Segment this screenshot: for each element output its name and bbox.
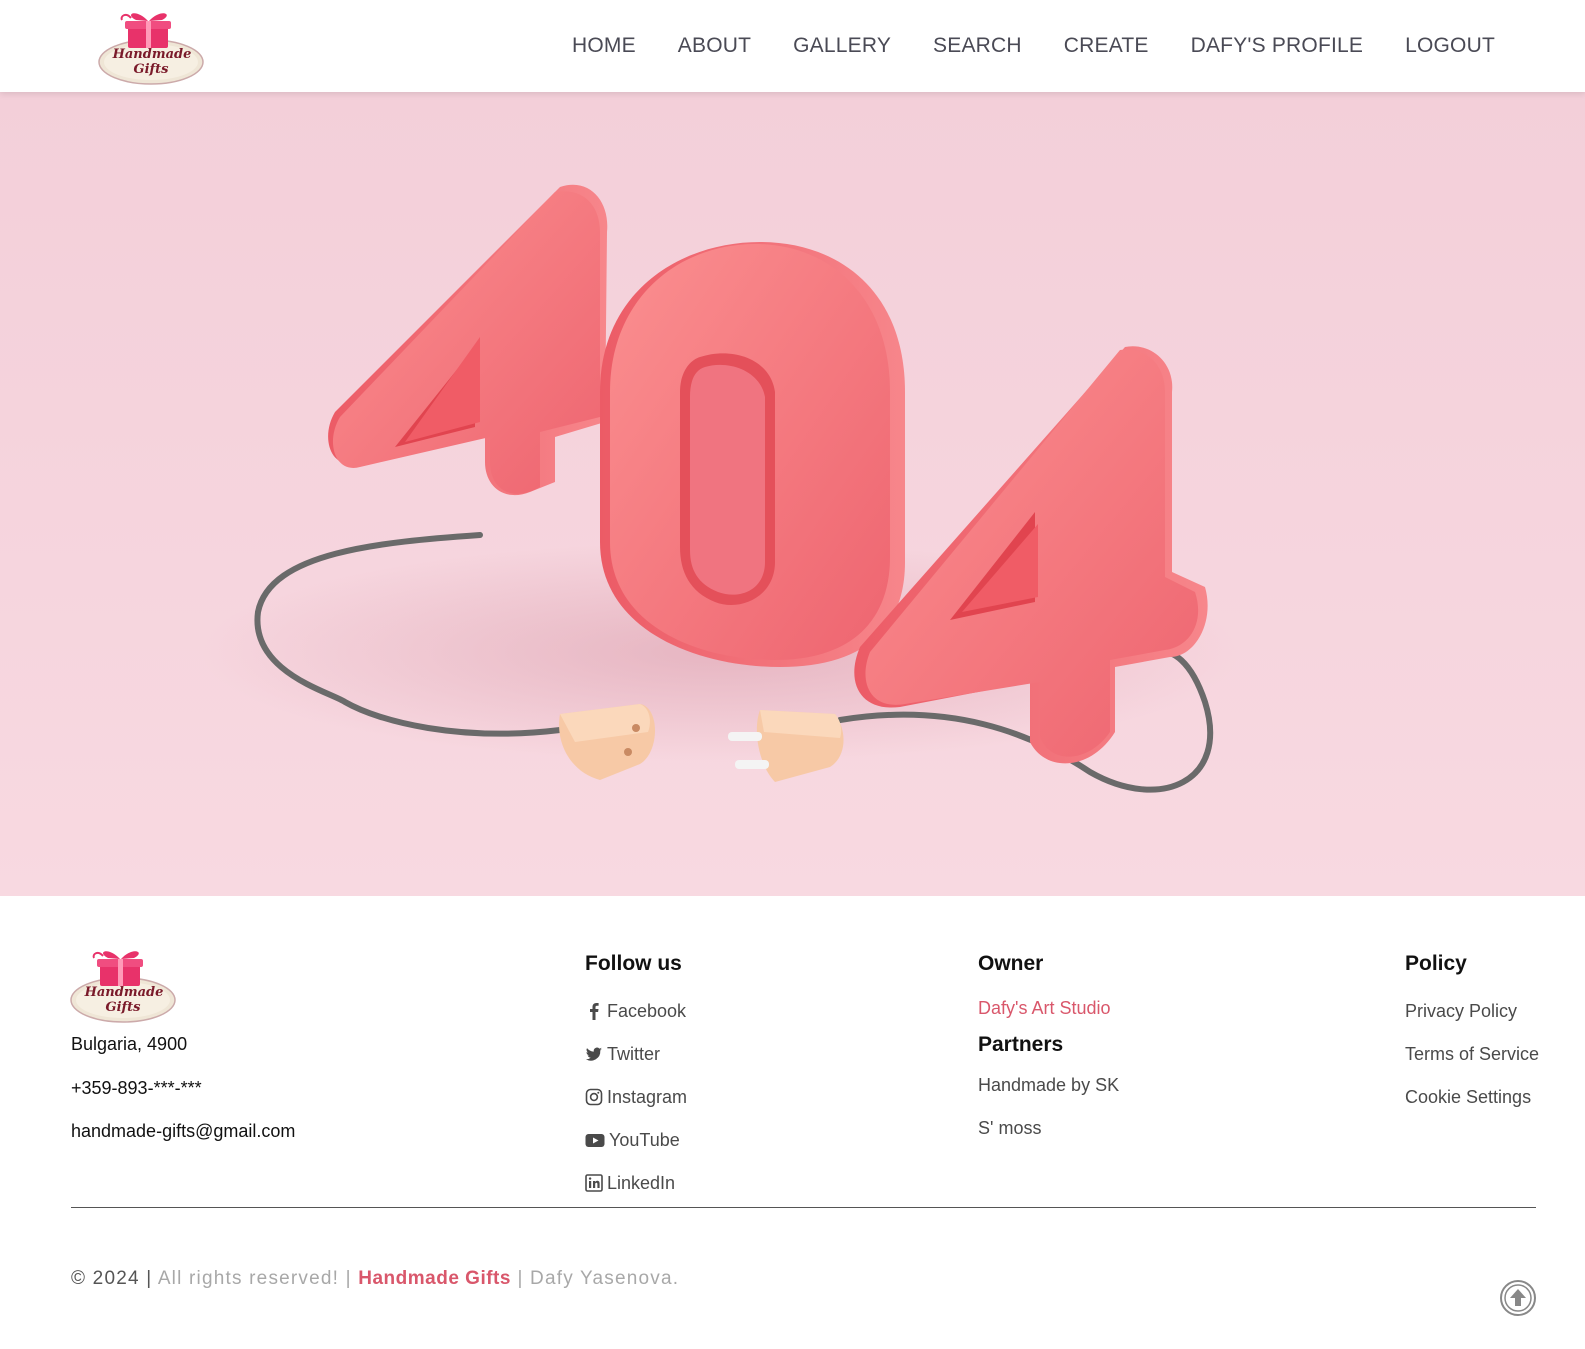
partner-handmade-by-sk[interactable]: Handmade by SK [978, 1063, 1119, 1106]
nav-gallery[interactable]: GALLERY [793, 34, 891, 58]
nav-search[interactable]: SEARCH [933, 34, 1022, 58]
privacy-policy-link[interactable]: Privacy Policy [1405, 989, 1539, 1032]
youtube-icon [585, 1133, 605, 1147]
nav-logout[interactable]: LOGOUT [1405, 34, 1495, 58]
instagram-link[interactable]: Instagram [585, 1075, 687, 1118]
owner-heading: Owner [978, 952, 1044, 975]
footer-contact: Bulgaria, 4900 +359-893-***-*** handmade… [71, 1033, 295, 1164]
arrow-up-circle-icon [1500, 1280, 1536, 1316]
twitter-icon [585, 1047, 602, 1061]
error-404-illustration [0, 92, 1585, 896]
linkedin-label: LinkedIn [607, 1172, 676, 1193]
facebook-label: Facebook [607, 1000, 687, 1021]
cookie-settings-link[interactable]: Cookie Settings [1405, 1075, 1539, 1118]
nav-create[interactable]: CREATE [1064, 34, 1149, 58]
copyright-year: © 2024 | [71, 1268, 153, 1289]
owner-studio-link[interactable]: Dafy's Art Studio [978, 989, 1119, 1026]
facebook-link[interactable]: Facebook [585, 989, 687, 1032]
nav-about[interactable]: ABOUT [678, 34, 751, 58]
footer-logo[interactable]: Handmade Gifts [68, 944, 178, 1024]
linkedin-icon [585, 1173, 603, 1192]
linkedin-link[interactable]: LinkedIn [585, 1161, 687, 1204]
instagram-label: Instagram [607, 1086, 688, 1107]
scroll-to-top-button[interactable] [1499, 1279, 1537, 1317]
copyright: © 2024 | All rights reserved! | Handmade… [71, 1268, 679, 1290]
facebook-icon [590, 1002, 599, 1020]
instagram-icon [585, 1088, 603, 1105]
twitter-link[interactable]: Twitter [585, 1032, 687, 1075]
footer-logo-text-line1: Handmade [84, 985, 164, 1000]
partner-s-moss[interactable]: S' moss [978, 1106, 1119, 1149]
site-logo[interactable]: Handmade Gifts [96, 6, 206, 86]
youtube-link[interactable]: YouTube [585, 1118, 687, 1161]
footer-follow-us: Follow us Facebook Twitter Instagram You… [585, 952, 687, 1204]
main-nav: HOME ABOUT GALLERY SEARCH CREATE DAFY'S … [530, 0, 1495, 92]
copyright-rights: All rights reserved! | [157, 1268, 352, 1289]
contact-email: handmade-gifts@gmail.com [71, 1121, 296, 1141]
follow-us-heading: Follow us [585, 952, 682, 975]
logo-text-line1: Handmade [112, 47, 192, 62]
logo-text-line2: Gifts [134, 62, 170, 77]
contact-address: Bulgaria, 4900 [71, 1034, 188, 1054]
policy-heading: Policy [1405, 952, 1467, 975]
copyright-author: | Dafy Yasenova. [517, 1268, 680, 1289]
copyright-brand-link[interactable]: Handmade Gifts [358, 1268, 511, 1289]
footer-logo-text-line2: Gifts [106, 1000, 142, 1015]
site-header: Handmade Gifts HOME ABOUT GALLERY SEARCH… [0, 0, 1585, 92]
twitter-label: Twitter [607, 1043, 661, 1064]
terms-of-service-link[interactable]: Terms of Service [1405, 1032, 1539, 1075]
nav-home[interactable]: HOME [572, 34, 636, 58]
footer-divider [71, 1207, 1536, 1208]
youtube-label: YouTube [609, 1129, 680, 1150]
contact-phone: +359-893-***-*** [71, 1077, 202, 1098]
nav-profile[interactable]: DAFY'S PROFILE [1191, 34, 1364, 58]
footer-owner: Owner Dafy's Art Studio Partners Handmad… [978, 952, 1119, 1149]
footer-policy: Policy Privacy Policy Terms of Service C… [1405, 952, 1539, 1118]
partners-heading: Partners [978, 1032, 1064, 1056]
